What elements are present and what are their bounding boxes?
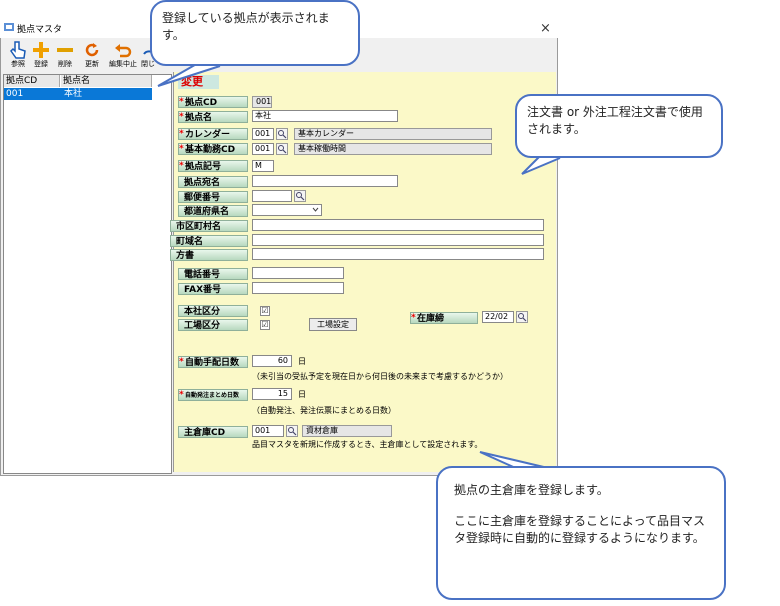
callout-addressee-hint: 注文書 or 外注工程注文書で使用されます。 — [515, 94, 723, 158]
callout-title: 拠点の主倉庫を登録します。 — [454, 483, 609, 497]
callout-main-warehouse-hint: 拠点の主倉庫を登録します。 ここに主倉庫を登録することによって品目マスタ登録時に… — [436, 466, 726, 600]
callout-body: ここに主倉庫を登録することによって品目マスタ登録時に自動的に登録するようになりま… — [454, 514, 706, 545]
callout-list-hint: 登録している拠点が表示されます。 — [150, 0, 360, 66]
